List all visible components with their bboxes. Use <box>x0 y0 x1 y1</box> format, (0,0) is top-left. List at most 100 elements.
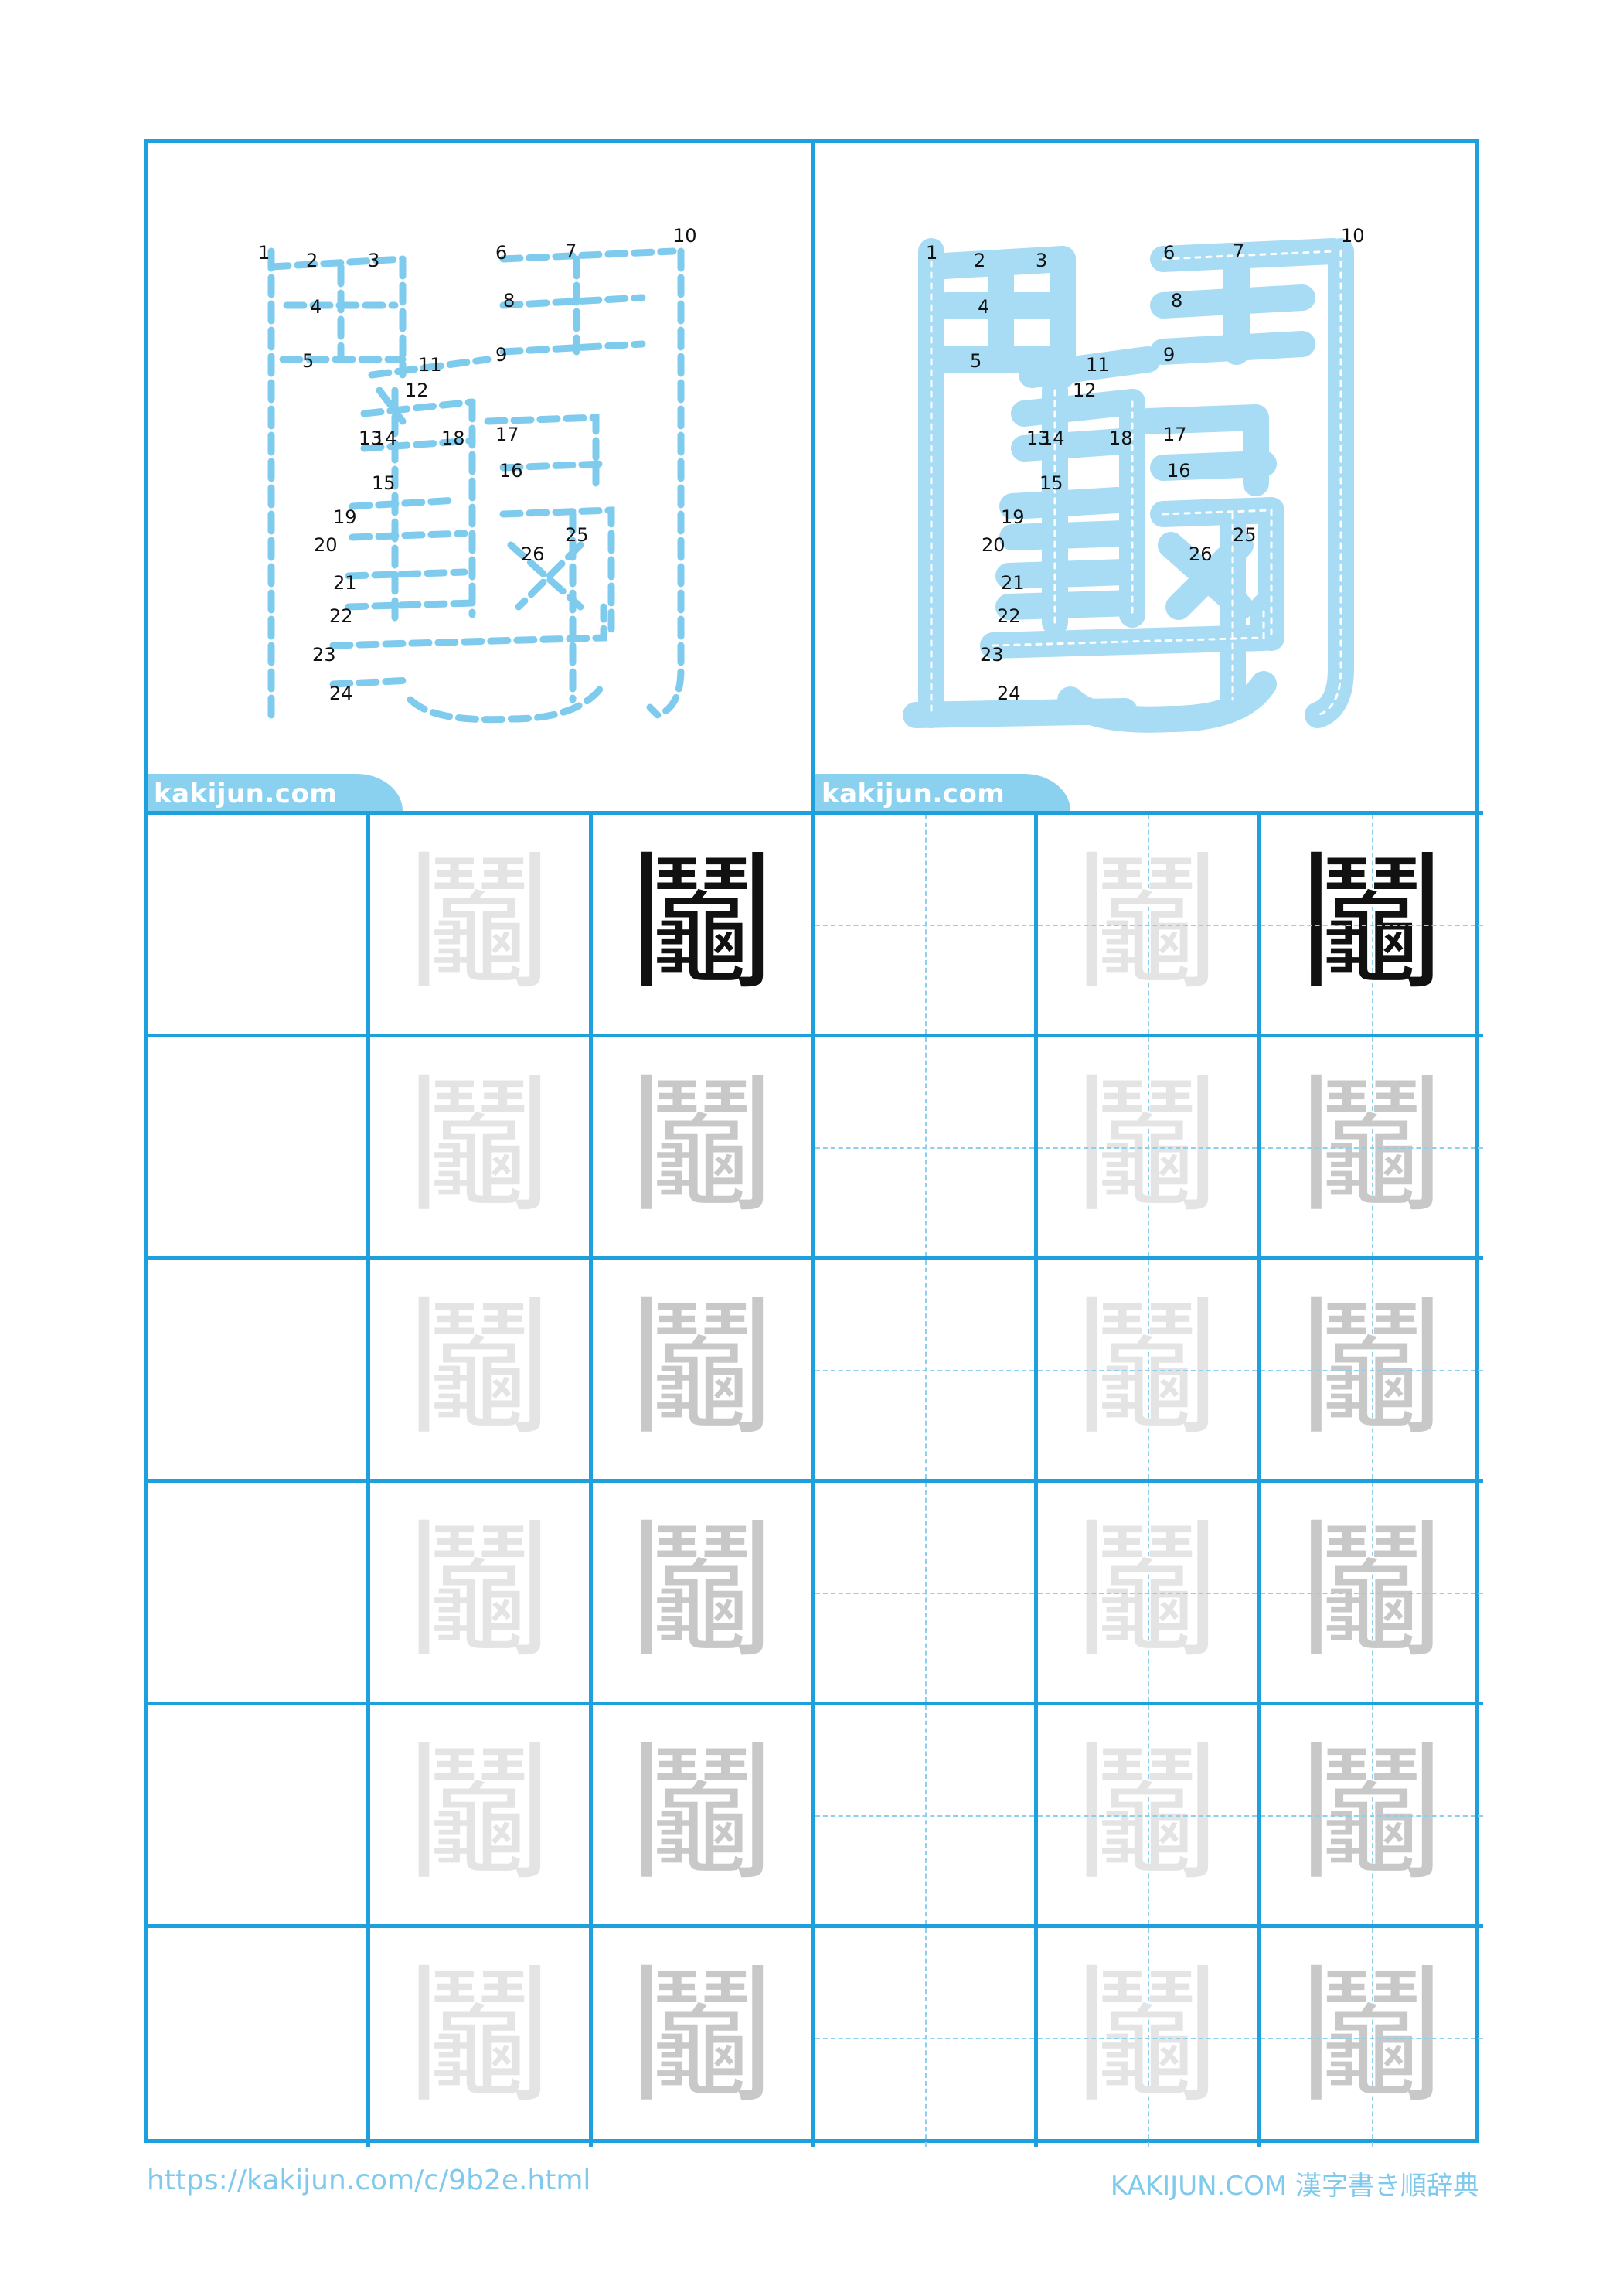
practice-cell[interactable] <box>815 1702 1038 1924</box>
practice-cell[interactable]: 鬮 <box>1261 1479 1483 1702</box>
stroke-number: 23 <box>312 644 336 666</box>
practice-cell[interactable]: 鬮 <box>593 1702 815 1924</box>
practice-cell[interactable]: 鬮 <box>593 1479 815 1702</box>
stroke-number: 24 <box>997 683 1021 704</box>
stroke-number: 3 <box>1036 250 1048 271</box>
stroke-number: 1 <box>926 242 938 264</box>
stroke-order-dashed-panel: 1 2 3 4 5 6 7 8 9 10 11 12 13 14 15 16 1… <box>148 143 815 811</box>
practice-cell[interactable] <box>815 811 1038 1034</box>
stroke-number: 16 <box>1167 460 1191 482</box>
stroke-number: 3 <box>368 250 380 271</box>
practice-cell[interactable]: 鬮 <box>370 1256 593 1479</box>
stroke-number: 22 <box>329 605 353 627</box>
practice-cell[interactable] <box>148 811 370 1034</box>
trace-kanji: 鬮 <box>1298 1729 1445 1900</box>
practice-cell[interactable]: 鬮 <box>593 811 815 1034</box>
stroke-number: 22 <box>997 605 1021 627</box>
practice-cell[interactable]: 鬮 <box>1261 1924 1483 2147</box>
trace-kanji: 鬮 <box>628 1729 776 1900</box>
practice-cell[interactable]: 鬮 <box>1261 1256 1483 1479</box>
stroke-number: 2 <box>974 250 986 271</box>
stroke-number: 17 <box>1163 424 1187 445</box>
practice-cell[interactable]: 鬮 <box>1038 1479 1261 1702</box>
stroke-number: 6 <box>495 242 508 264</box>
practice-cell[interactable]: 鬮 <box>1038 811 1261 1034</box>
stroke-number: 20 <box>314 534 338 556</box>
stroke-number: 5 <box>970 350 982 372</box>
stroke-number: 12 <box>1073 380 1097 401</box>
trace-kanji: 鬮 <box>406 838 553 1010</box>
stroke-number: 12 <box>405 380 429 401</box>
practice-cell[interactable]: 鬮 <box>1261 1702 1483 1924</box>
stroke-number: 11 <box>418 354 442 376</box>
model-kanji: 鬮 <box>1298 838 1445 1010</box>
practice-cell[interactable] <box>148 1034 370 1256</box>
stroke-number: 14 <box>373 428 397 449</box>
practice-cell[interactable] <box>148 1479 370 1702</box>
practice-cell[interactable] <box>148 1702 370 1924</box>
trace-kanji: 鬮 <box>406 1506 553 1678</box>
stroke-number: 18 <box>441 428 465 449</box>
practice-cell[interactable]: 鬮 <box>370 1479 593 1702</box>
stroke-number: 4 <box>978 296 990 318</box>
practice-cell[interactable] <box>815 1479 1038 1702</box>
model-kanji: 鬮 <box>628 838 776 1010</box>
trace-kanji: 鬮 <box>1073 1506 1221 1678</box>
practice-cell[interactable]: 鬮 <box>593 1924 815 2147</box>
trace-kanji: 鬮 <box>1073 1729 1221 1900</box>
brand-tab: kakijun.com <box>148 774 403 811</box>
practice-cell[interactable]: 鬮 <box>1038 1034 1261 1256</box>
practice-cell[interactable]: 鬮 <box>370 811 593 1034</box>
stroke-number: 17 <box>495 424 519 445</box>
stroke-number: 19 <box>1001 506 1025 528</box>
trace-kanji: 鬮 <box>1298 1506 1445 1678</box>
stroke-number: 7 <box>565 240 577 262</box>
stroke-number: 24 <box>329 683 353 704</box>
stroke-number: 8 <box>1171 290 1183 312</box>
stroke-number: 8 <box>503 290 515 312</box>
stroke-number: 21 <box>333 572 357 594</box>
trace-kanji: 鬮 <box>406 1061 553 1232</box>
trace-kanji: 鬮 <box>406 1729 553 1900</box>
trace-kanji: 鬮 <box>1073 1951 1221 2123</box>
dashed-kanji-outline <box>267 247 685 724</box>
practice-cell[interactable]: 鬮 <box>370 1034 593 1256</box>
stroke-number: 26 <box>1189 543 1213 565</box>
trace-kanji: 鬮 <box>1073 1061 1221 1232</box>
practice-cell[interactable]: 鬮 <box>1038 1256 1261 1479</box>
practice-cell[interactable] <box>815 1256 1038 1479</box>
stroke-number: 14 <box>1041 428 1065 449</box>
trace-kanji: 鬮 <box>1073 1283 1221 1455</box>
practice-cell[interactable] <box>815 1034 1038 1256</box>
stroke-number: 6 <box>1163 242 1176 264</box>
stroke-number: 10 <box>673 225 697 247</box>
practice-sheet: 1 2 3 4 5 6 7 8 9 10 11 12 13 14 15 16 1… <box>144 139 1483 2147</box>
stroke-number: 18 <box>1109 428 1133 449</box>
stroke-number: 25 <box>565 524 589 546</box>
practice-cell[interactable] <box>815 1924 1038 2147</box>
practice-grid: 鬮鬮鬮鬮鬮鬮鬮鬮鬮鬮鬮鬮鬮鬮鬮鬮鬮鬮鬮鬮鬮鬮鬮鬮 <box>148 811 1483 2147</box>
brand-logo-text: kakijun.com <box>154 778 338 809</box>
practice-cell[interactable]: 鬮 <box>1261 811 1483 1034</box>
stroke-number: 21 <box>1001 572 1025 594</box>
practice-cell[interactable]: 鬮 <box>593 1256 815 1479</box>
trace-kanji: 鬮 <box>406 1951 553 2123</box>
practice-cell[interactable]: 鬮 <box>593 1034 815 1256</box>
stroke-number: 9 <box>1163 344 1176 366</box>
trace-kanji: 鬮 <box>1298 1061 1445 1232</box>
practice-cell[interactable]: 鬮 <box>1261 1034 1483 1256</box>
footer-site-name: KAKIJUN.COM 漢字書き順辞典 <box>1110 2171 1479 2202</box>
practice-cell[interactable]: 鬮 <box>370 1924 593 2147</box>
practice-cell[interactable] <box>148 1924 370 2147</box>
trace-kanji: 鬮 <box>1298 1951 1445 2123</box>
practice-cell[interactable]: 鬮 <box>370 1702 593 1924</box>
stroke-number: 15 <box>1039 472 1063 494</box>
practice-cell[interactable]: 鬮 <box>1038 1702 1261 1924</box>
trace-kanji: 鬮 <box>1298 1283 1445 1455</box>
practice-cell[interactable]: 鬮 <box>1038 1924 1261 2147</box>
footer-url[interactable]: https://kakijun.com/c/9b2e.html <box>147 2165 590 2196</box>
brand-tab: kakijun.com <box>815 774 1070 811</box>
stroke-number: 4 <box>310 296 322 318</box>
practice-cell[interactable] <box>148 1256 370 1479</box>
stroke-number: 23 <box>980 644 1004 666</box>
